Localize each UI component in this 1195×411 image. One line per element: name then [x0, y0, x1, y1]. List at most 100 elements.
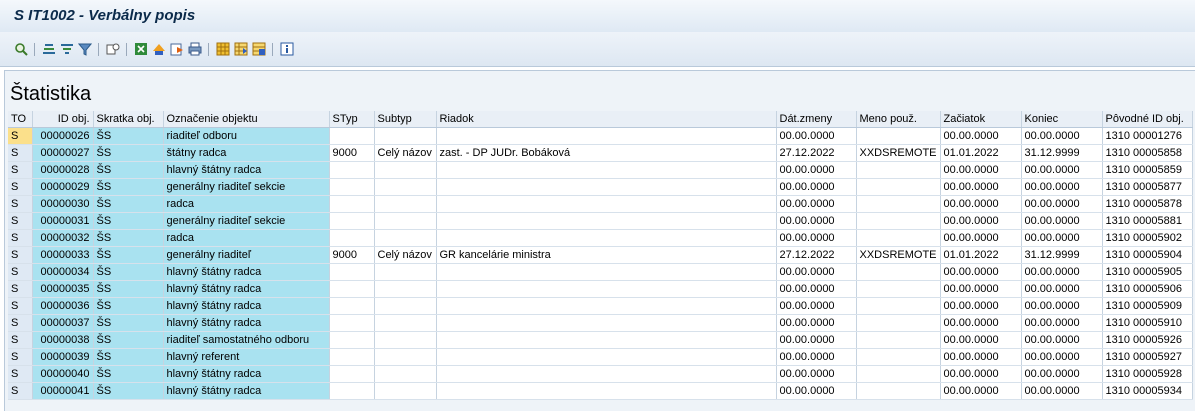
cell-start[interactable]: 00.00.0000: [940, 195, 1022, 213]
cell-riadok[interactable]: GR kancelárie ministra: [436, 246, 777, 264]
cell-subtyp[interactable]: [374, 331, 437, 349]
cell-riadok[interactable]: [436, 161, 777, 179]
cell-name[interactable]: hlavný štátny radca: [163, 382, 330, 400]
cell-end[interactable]: 00.00.0000: [1021, 297, 1103, 315]
cell-to[interactable]: S: [8, 297, 33, 315]
cell-end[interactable]: 00.00.0000: [1021, 365, 1103, 383]
cell-subtyp[interactable]: Celý názov: [374, 246, 437, 264]
cell-abbr[interactable]: ŠS: [93, 365, 164, 383]
cell-dat[interactable]: 00.00.0000: [776, 314, 857, 332]
cell-start[interactable]: 00.00.0000: [940, 365, 1022, 383]
cell-dat[interactable]: 00.00.0000: [776, 382, 857, 400]
cell-to[interactable]: S: [8, 161, 33, 179]
cell-name[interactable]: hlavný štátny radca: [163, 365, 330, 383]
cell-abbr[interactable]: ŠS: [93, 229, 164, 247]
cell-riadok[interactable]: [436, 127, 777, 145]
cell-user[interactable]: [856, 314, 941, 332]
cell-user[interactable]: [856, 280, 941, 298]
table-row[interactable]: S 00000027 ŠS štátny radca 9000 Celý názov zas…: [8, 144, 1193, 162]
cell-subtyp[interactable]: [374, 178, 437, 196]
cell-subtyp[interactable]: [374, 297, 437, 315]
cell-riadok[interactable]: [436, 297, 777, 315]
cell-name[interactable]: hlavný referent: [163, 348, 330, 366]
cell-riadok[interactable]: [436, 280, 777, 298]
cell-abbr[interactable]: ŠS: [93, 348, 164, 366]
cell-to[interactable]: S: [8, 229, 33, 247]
cell-id[interactable]: 00000026: [32, 127, 94, 145]
print-icon[interactable]: [188, 42, 202, 56]
table-row[interactable]: S 00000026 ŠS riaditeľ odboru 00.00.0000 00.0…: [8, 127, 1193, 145]
cell-dat[interactable]: 00.00.0000: [776, 365, 857, 383]
cell-id[interactable]: 00000031: [32, 212, 94, 230]
cell-name[interactable]: hlavný štátny radca: [163, 297, 330, 315]
cell-to[interactable]: S: [8, 212, 33, 230]
cell-start[interactable]: 00.00.0000: [940, 382, 1022, 400]
cell-end[interactable]: 00.00.0000: [1021, 195, 1103, 213]
cell-to[interactable]: S: [8, 365, 33, 383]
cell-to[interactable]: S: [8, 127, 33, 145]
column-header-orig[interactable]: Pôvodné ID obj.: [1102, 111, 1193, 128]
cell-id[interactable]: 00000041: [32, 382, 94, 400]
cell-name[interactable]: generálny riaditeľ sekcie: [163, 178, 330, 196]
cell-end[interactable]: 31.12.9999: [1021, 246, 1103, 264]
cell-start[interactable]: 00.00.0000: [940, 280, 1022, 298]
excel-export-icon[interactable]: [134, 42, 148, 56]
cell-riadok[interactable]: [436, 263, 777, 281]
cell-to[interactable]: S: [8, 280, 33, 298]
cell-subtyp[interactable]: [374, 382, 437, 400]
cell-styp[interactable]: [329, 195, 375, 213]
cell-end[interactable]: 31.12.9999: [1021, 144, 1103, 162]
cell-riadok[interactable]: [436, 178, 777, 196]
cell-dat[interactable]: 00.00.0000: [776, 348, 857, 366]
cell-styp[interactable]: [329, 161, 375, 179]
cell-riadok[interactable]: zast. - DP JUDr. Bobáková: [436, 144, 777, 162]
table-row[interactable]: S 00000040 ŠS hlavný štátny radca 00.00.0000…: [8, 365, 1193, 383]
cell-subtyp[interactable]: [374, 195, 437, 213]
cell-styp[interactable]: [329, 365, 375, 383]
cell-riadok[interactable]: [436, 348, 777, 366]
cell-styp[interactable]: [329, 314, 375, 332]
cell-start[interactable]: 00.00.0000: [940, 212, 1022, 230]
cell-abbr[interactable]: ŠS: [93, 331, 164, 349]
cell-styp[interactable]: [329, 280, 375, 298]
cell-styp[interactable]: [329, 127, 375, 145]
cell-riadok[interactable]: [436, 212, 777, 230]
filter-off-icon[interactable]: [77, 42, 93, 56]
cell-end[interactable]: 00.00.0000: [1021, 229, 1103, 247]
cell-orig[interactable]: 1310 00001276: [1102, 127, 1193, 145]
cell-id[interactable]: 00000029: [32, 178, 94, 196]
cell-orig[interactable]: 1310 00005926: [1102, 331, 1193, 349]
change-layout-icon[interactable]: [234, 42, 248, 56]
total-icon[interactable]: [106, 42, 120, 56]
cell-end[interactable]: 00.00.0000: [1021, 127, 1103, 145]
cell-styp[interactable]: [329, 229, 375, 247]
cell-dat[interactable]: 00.00.0000: [776, 178, 857, 196]
table-row[interactable]: S 00000035 ŠS hlavný štátny radca 00.00.0000…: [8, 280, 1193, 298]
cell-user[interactable]: [856, 161, 941, 179]
cell-id[interactable]: 00000038: [32, 331, 94, 349]
cell-user[interactable]: XXDSREMOTE: [856, 246, 941, 264]
cell-dat[interactable]: 00.00.0000: [776, 161, 857, 179]
cell-dat[interactable]: 00.00.0000: [776, 229, 857, 247]
cell-orig[interactable]: 1310 00005910: [1102, 314, 1193, 332]
cell-to[interactable]: S: [8, 348, 33, 366]
cell-riadok[interactable]: [436, 314, 777, 332]
save-layout-icon[interactable]: [252, 42, 266, 56]
column-header-start[interactable]: Začiatok: [940, 111, 1022, 128]
cell-start[interactable]: 00.00.0000: [940, 263, 1022, 281]
cell-to[interactable]: S: [8, 263, 33, 281]
cell-user[interactable]: [856, 212, 941, 230]
cell-dat[interactable]: 00.00.0000: [776, 195, 857, 213]
cell-dat[interactable]: 00.00.0000: [776, 263, 857, 281]
cell-to[interactable]: S: [8, 331, 33, 349]
details-icon[interactable]: [14, 42, 28, 56]
cell-abbr[interactable]: ŠS: [93, 212, 164, 230]
save-file-icon[interactable]: [170, 42, 184, 56]
cell-subtyp[interactable]: Celý názov: [374, 144, 437, 162]
cell-riadok[interactable]: [436, 331, 777, 349]
transport-icon[interactable]: [152, 42, 166, 56]
cell-id[interactable]: 00000032: [32, 229, 94, 247]
cell-name[interactable]: štátny radca: [163, 144, 330, 162]
cell-end[interactable]: 00.00.0000: [1021, 263, 1103, 281]
cell-orig[interactable]: 1310 00005904: [1102, 246, 1193, 264]
